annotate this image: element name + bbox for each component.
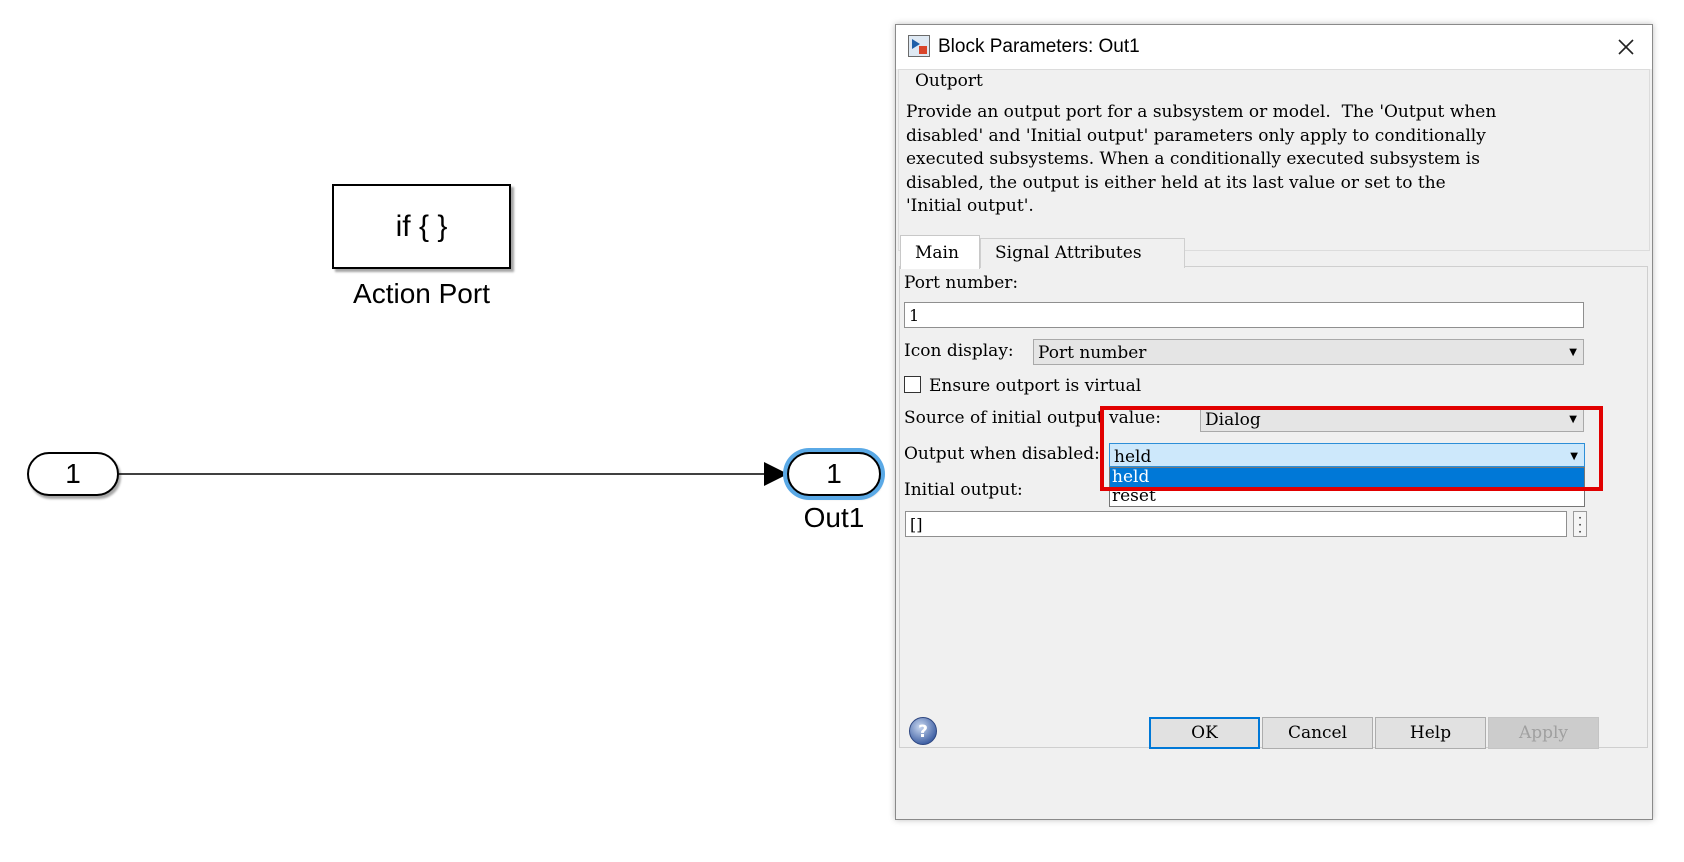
icon-display-label: Icon display:	[904, 341, 1014, 361]
option-reset[interactable]: reset	[1110, 487, 1584, 506]
port-number-label: Port number:	[904, 273, 1019, 293]
port-number-field[interactable]: 1	[904, 302, 1584, 328]
ensure-virtual-label: Ensure outport is virtual	[929, 376, 1142, 396]
tab-signal-attributes[interactable]: Signal Attributes	[980, 238, 1185, 268]
option-held[interactable]: held	[1110, 468, 1584, 487]
dialog-titlebar[interactable]: Block Parameters: Out1	[896, 25, 1652, 69]
more-options-button[interactable]: · · ·	[1573, 511, 1587, 538]
tab-main[interactable]: Main	[900, 235, 980, 269]
source-initial-label: Source of initial output value:	[904, 408, 1161, 428]
source-initial-select[interactable]: Dialog ▼	[1200, 406, 1584, 432]
block-parameters-dialog: Block Parameters: Out1 Outport Provide a…	[895, 24, 1653, 820]
inport-number: 1	[65, 458, 81, 489]
ok-button[interactable]: OK	[1149, 717, 1260, 749]
inport-block[interactable]: 1	[27, 452, 119, 496]
initial-output-label: Initial output:	[904, 480, 1023, 500]
chevron-down-icon: ▼	[1569, 414, 1577, 425]
help-icon[interactable]: ?	[908, 716, 938, 746]
icon-display-select[interactable]: Port number ▼	[1033, 339, 1584, 365]
block-description: Provide an output port for a subsystem o…	[906, 102, 1497, 216]
simulink-block-icon	[908, 35, 930, 57]
initial-output-field[interactable]: []	[905, 511, 1567, 537]
chevron-down-icon: ▼	[1570, 451, 1578, 462]
signal-line[interactable]	[0, 0, 890, 862]
outport-label: Out1	[803, 502, 865, 533]
svg-text:?: ?	[918, 722, 928, 742]
signal-arrowhead	[764, 462, 788, 486]
output-disabled-select[interactable]: held ▼	[1109, 443, 1585, 467]
ensure-virtual-checkbox[interactable]	[904, 376, 921, 393]
outport-block[interactable]: 1	[787, 452, 881, 496]
chevron-down-icon: ▼	[1569, 347, 1577, 358]
icon-display-value: Port number	[1038, 343, 1147, 363]
output-disabled-label: Output when disabled:	[904, 444, 1100, 464]
output-disabled-value: held	[1114, 447, 1152, 467]
group-title: Outport	[912, 71, 986, 91]
model-canvas[interactable]: if { } Action Port 1 1 Out1	[0, 0, 890, 862]
output-disabled-dropdown: held reset	[1109, 467, 1585, 507]
cancel-button[interactable]: Cancel	[1262, 717, 1373, 749]
close-icon[interactable]	[1610, 31, 1642, 63]
apply-button[interactable]: Apply	[1488, 717, 1599, 749]
help-button[interactable]: Help	[1375, 717, 1486, 749]
outport-number: 1	[826, 458, 842, 489]
dialog-title: Block Parameters: Out1	[938, 36, 1140, 57]
source-initial-value: Dialog	[1205, 410, 1261, 430]
